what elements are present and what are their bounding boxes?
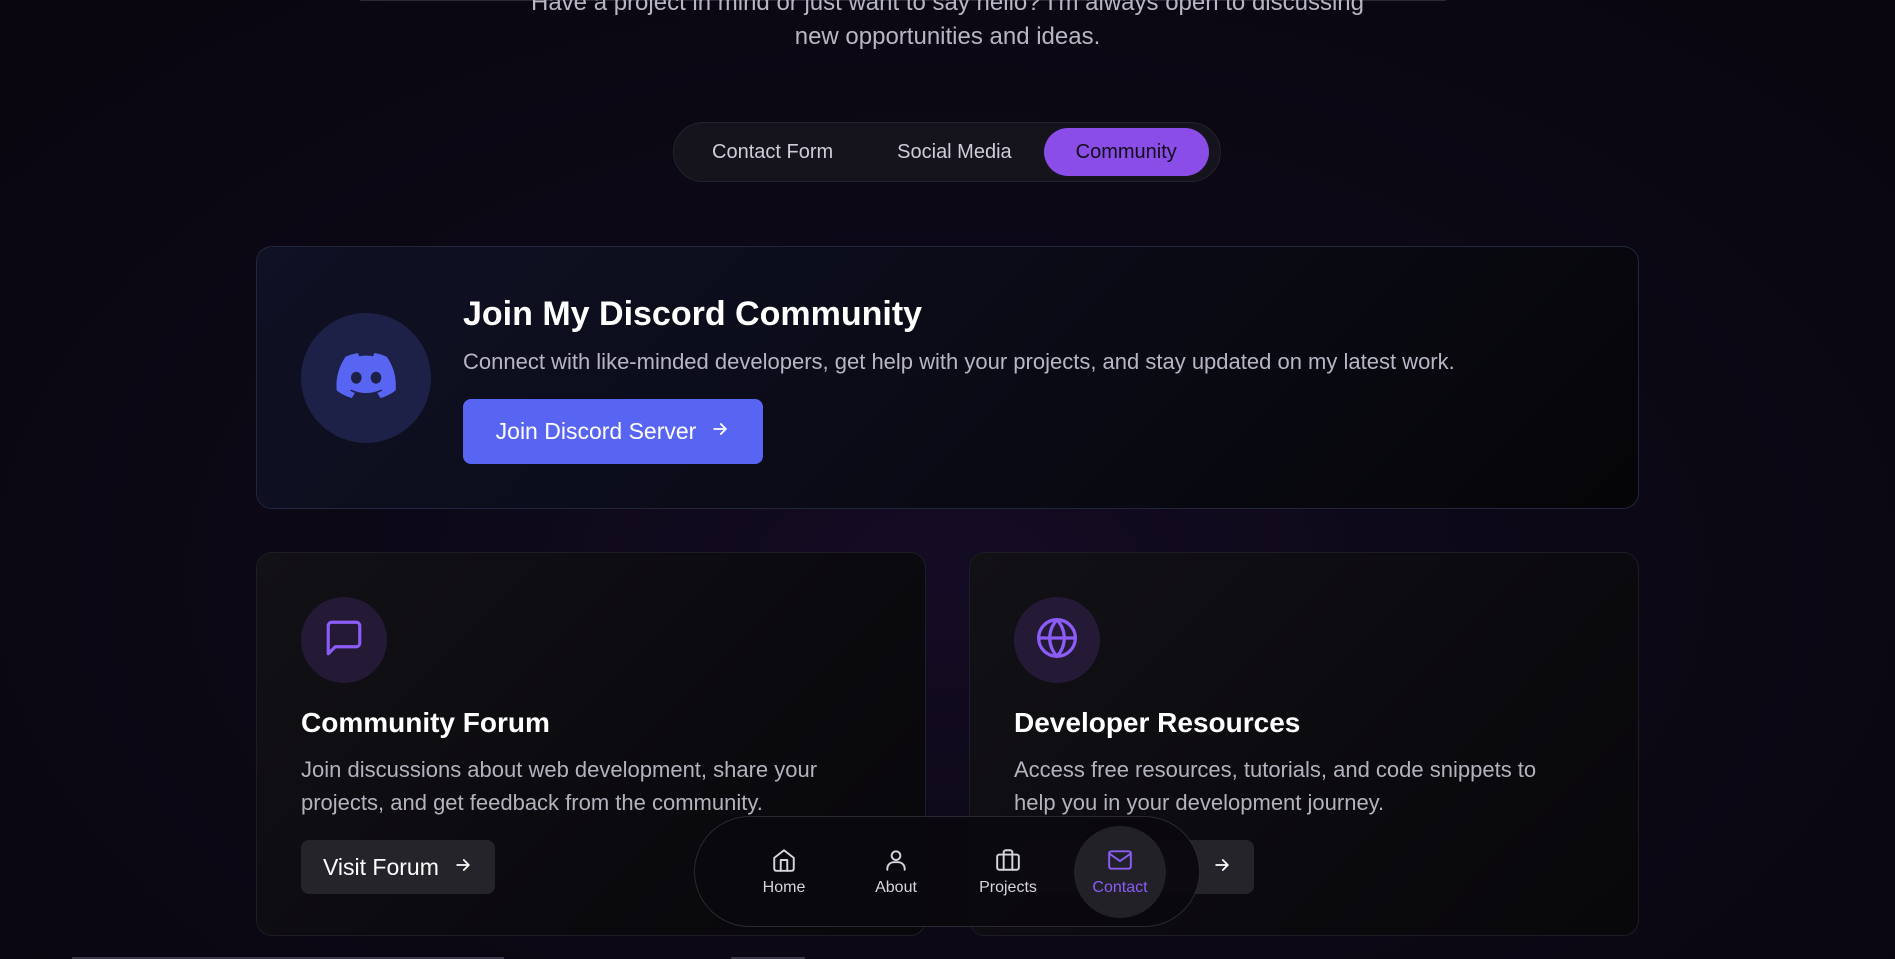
resources-icon-badge	[1014, 597, 1100, 683]
visit-forum-button[interactable]: Visit Forum	[301, 840, 495, 894]
user-icon	[883, 847, 909, 873]
tab-community[interactable]: Community	[1043, 128, 1209, 176]
arrow-right-icon	[1212, 854, 1232, 881]
forum-title: Community Forum	[301, 707, 550, 738]
forum-icon-badge	[301, 597, 387, 683]
discord-card: Join My Discord Community Connect with l…	[256, 246, 1639, 509]
join-discord-button[interactable]: Join Discord Server	[463, 399, 763, 464]
nav-about-label: About	[875, 878, 917, 896]
join-discord-label: Join Discord Server	[495, 418, 697, 444]
nav-about[interactable]: About	[840, 826, 952, 918]
message-square-icon	[323, 617, 365, 664]
globe-icon	[1035, 616, 1079, 665]
nav-home[interactable]: Home	[728, 826, 840, 918]
arrow-right-icon	[453, 854, 473, 881]
nav-home-label: Home	[762, 878, 806, 896]
resources-description: Access free resources, tutorials, and co…	[1014, 757, 1537, 815]
mail-icon	[1107, 847, 1133, 873]
briefcase-icon	[995, 847, 1021, 873]
intro-line-1: Have a project in mind or just want to s…	[531, 0, 1364, 16]
nav-projects[interactable]: Projects	[952, 826, 1064, 918]
discord-icon	[336, 352, 396, 404]
discord-title: Join My Discord Community	[463, 295, 923, 333]
intro-line-2: new opportunities and ideas.	[794, 23, 1101, 50]
contact-tabs: Contact Form Social Media Community	[673, 122, 1221, 182]
nav-projects-label: Projects	[979, 878, 1037, 896]
visit-forum-label: Visit Forum	[323, 853, 439, 880]
intro-text: Have a project in mind or just want to s…	[360, 0, 1535, 54]
discord-icon-badge	[301, 313, 431, 443]
nav-contact[interactable]: Contact	[1074, 825, 1166, 918]
tab-contact-form[interactable]: Contact Form	[680, 128, 865, 176]
forum-description: Join discussions about web development, …	[301, 757, 818, 815]
discord-description: Connect with like-minded developers, get…	[463, 349, 1455, 374]
home-icon	[771, 847, 797, 873]
tab-social-media[interactable]: Social Media	[865, 128, 1044, 176]
nav-contact-label: Contact	[1092, 878, 1148, 896]
arrow-right-icon	[710, 418, 730, 445]
bottom-navigation: Home About Projects Contact	[694, 816, 1200, 927]
resources-title: Developer Resources	[1014, 707, 1301, 738]
